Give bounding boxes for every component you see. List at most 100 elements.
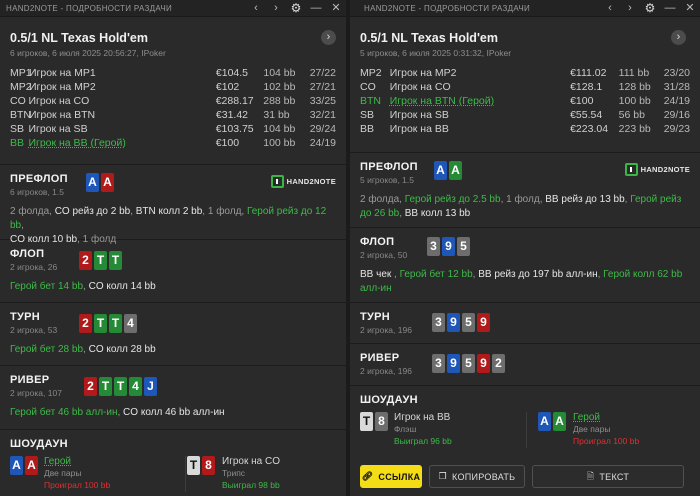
showdown-player-name[interactable]: Герой xyxy=(44,456,110,467)
showdown-player-name[interactable]: Герой xyxy=(573,412,639,423)
player-name: Игрок на BB xyxy=(389,123,449,135)
chevron-left-icon[interactable]: ‹ xyxy=(600,0,620,17)
street-sub: 2 игрока, 26 xyxy=(10,262,58,272)
street-title: ФЛОП xyxy=(10,248,45,260)
player-position: MP2 xyxy=(360,67,382,79)
hero-action: Герой бет 14 bb xyxy=(10,281,84,292)
board-cards: 2 T T 4 J xyxy=(84,377,157,396)
player-position: CO xyxy=(10,95,26,107)
action-text: , 1 фолд, xyxy=(202,206,247,217)
showdown-cards: A A xyxy=(538,412,566,431)
street-actions: BB чек , Герой бет 12 bb, BB рейз до 197… xyxy=(360,268,690,296)
close-icon[interactable]: ✕ xyxy=(326,0,346,17)
card: 9 xyxy=(477,313,490,332)
card: A xyxy=(538,412,551,431)
player-row[interactable]: MP2 Игрок на MP2 €111.02 111 bb 23/20 xyxy=(360,66,690,80)
chevron-right-icon[interactable]: › xyxy=(266,0,286,17)
player-stack-bb: 104 bb xyxy=(263,67,296,79)
card: 8 xyxy=(375,412,388,431)
river-section: РИВЕР 2 игрока, 196 3 9 5 9 2 xyxy=(350,344,700,386)
card: 3 xyxy=(427,237,440,256)
card: 2 xyxy=(84,377,97,396)
player-row[interactable]: BB Игрок на BB €223.04 223 bb 29/23 xyxy=(360,122,690,136)
player-row[interactable]: SB Игрок на SB €103.75 104 bb 29/24 xyxy=(10,122,336,136)
card: 4 xyxy=(124,314,137,333)
player-name[interactable]: Игрок на BTN (Герой) xyxy=(390,95,570,107)
player-position: BB xyxy=(10,137,25,149)
player-row[interactable]: MP1 Игрок на MP1 €104.5 104 bb 27/22 xyxy=(10,66,336,80)
hand-details-window-2: HAND2NOTE - ПОДРОБНОСТИ РАЗДАЧИ ‹ › ⚙ — … xyxy=(350,0,700,496)
showdown-player: A A Герой Две пары Проиграл 100 bb xyxy=(10,456,110,490)
hero-action: Герой рейз до 2.5 bb xyxy=(404,194,501,205)
minimize-icon[interactable]: — xyxy=(306,0,326,17)
link-button[interactable]: 🔗︎ ССЫЛКА xyxy=(360,465,422,488)
player-list: MP2 Игрок на MP2 €111.02 111 bb 23/20 CO Игро… xyxy=(360,66,690,136)
card: T xyxy=(99,377,112,396)
text-button[interactable]: 🗎︎ ТЕКСТ xyxy=(532,465,684,488)
board-cards: 3 9 5 xyxy=(427,237,470,256)
player-row[interactable]: MP2 Игрок на MP2 €102 102 bb 27/21 xyxy=(10,80,336,94)
street-title: ШОУДАУН xyxy=(360,394,418,406)
copy-button[interactable]: ❐ КОПИРОВАТЬ xyxy=(429,465,525,488)
player-stack-bb: 100 bb xyxy=(618,95,651,107)
action-text: CO колл 46 bb алл-ин xyxy=(123,407,225,418)
card: 5 xyxy=(457,237,470,256)
logo-text: HAND2NOTE xyxy=(286,177,336,186)
card: 3 xyxy=(432,313,445,332)
showdown-section: ШОУДАУН A A Герой Две пары Проиграл 100 … xyxy=(0,430,346,496)
card: T xyxy=(94,314,107,333)
street-title: РИВЕР xyxy=(360,352,400,364)
chevron-right-icon[interactable]: › xyxy=(671,30,686,45)
showdown-result: Выиграл 96 bb xyxy=(394,436,452,446)
card: 9 xyxy=(447,313,460,332)
player-name[interactable]: Игрок на BB (Герой) xyxy=(28,137,215,149)
showdown-result: Выиграл 98 bb xyxy=(222,480,280,490)
player-name: Игрок на CO xyxy=(389,81,451,93)
preflop-section: ПРЕФЛОП 5 игроков, 1.5 A A HAND2NOTE 2 ф… xyxy=(350,153,700,228)
player-stats: 23/20 xyxy=(663,67,690,79)
player-stack-bb: 111 bb xyxy=(618,67,650,79)
action-text: CO колл 14 bb xyxy=(88,281,156,292)
hole-cards: A A xyxy=(86,173,114,192)
title-bar[interactable]: HAND2NOTE - ПОДРОБНОСТИ РАЗДАЧИ ‹ › ⚙ — … xyxy=(0,0,346,17)
board-cards: 3 9 5 9 2 xyxy=(432,354,505,373)
river-section: РИВЕР 2 игрока, 107 2 T T 4 J Герой бет … xyxy=(0,366,346,430)
street-actions: Герой бет 14 bb, CO колл 14 bb xyxy=(10,280,336,294)
hero-player-row[interactable]: BTN Игрок на BTN (Герой) €100 100 bb 24/19 xyxy=(360,94,690,108)
card: 4 xyxy=(129,377,142,396)
action-text: BB рейз до 197 bb алл-ин xyxy=(478,269,598,280)
street-sub: 2 игрока, 196 xyxy=(360,366,412,376)
close-icon[interactable]: ✕ xyxy=(680,0,700,17)
chevron-left-icon[interactable]: ‹ xyxy=(246,0,266,17)
chevron-right-icon[interactable]: › xyxy=(620,0,640,17)
player-row[interactable]: SB Игрок на SB €55.54 56 bb 29/16 xyxy=(360,108,690,122)
player-row[interactable]: CO Игрок на CO €288.17 288 bb 33/25 xyxy=(10,94,336,108)
turn-section: ТУРН 2 игрока, 196 3 9 5 9 xyxy=(350,303,700,344)
preflop-section: ПРЕФЛОП 6 игроков, 1.5 A A HAND2NOTE 2 ф… xyxy=(0,165,346,245)
player-stack-bb: 223 bb xyxy=(618,123,651,135)
street-title: ТУРН xyxy=(360,311,391,323)
gear-icon[interactable]: ⚙ xyxy=(640,0,660,17)
hero-player-row[interactable]: BB Игрок на BB (Герой) €100 100 bb 24/19 xyxy=(10,136,336,150)
player-row[interactable]: BTN Игрок на BTN €31.42 31 bb 32/21 xyxy=(10,108,336,122)
card: 9 xyxy=(442,237,455,256)
chevron-right-icon[interactable]: › xyxy=(321,30,336,45)
card: A xyxy=(434,161,447,180)
copy-icon: ❐ xyxy=(438,471,448,481)
player-stack: €31.42 xyxy=(215,109,249,121)
player-position: BTN xyxy=(360,95,381,107)
gear-icon[interactable]: ⚙ xyxy=(286,0,306,17)
hand2note-logo: HAND2NOTE xyxy=(270,175,336,188)
player-stack-bb: 31 bb xyxy=(263,109,290,121)
player-stack: €102 xyxy=(215,81,240,93)
minimize-icon[interactable]: — xyxy=(660,0,680,17)
street-title: ФЛОП xyxy=(360,236,395,248)
title-bar[interactable]: HAND2NOTE - ПОДРОБНОСТИ РАЗДАЧИ ‹ › ⚙ — … xyxy=(350,0,700,17)
player-position: SB xyxy=(10,123,25,135)
card: J xyxy=(144,377,157,396)
player-row[interactable]: CO Игрок на CO €128.1 128 bb 31/28 xyxy=(360,80,690,94)
logo-text: HAND2NOTE xyxy=(640,165,690,174)
card: A xyxy=(10,456,23,475)
action-buttons: 🔗︎ ССЫЛКА ❐ КОПИРОВАТЬ 🗎︎ ТЕКСТ xyxy=(360,465,684,488)
showdown-player: T 8 Игрок на BB Флэш Выиграл 96 bb xyxy=(360,412,452,446)
